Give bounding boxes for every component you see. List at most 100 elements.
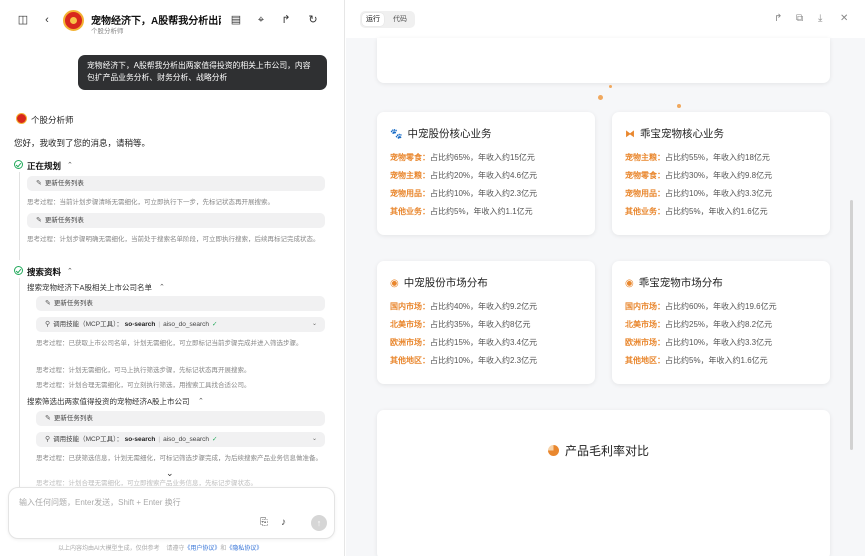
copy-icon[interactable]: ⧉ bbox=[796, 13, 803, 24]
scroll-down-icon[interactable]: ⌄ bbox=[166, 468, 174, 479]
share-icon[interactable]: ↱ bbox=[774, 13, 782, 24]
card-row: 其他业务：占比约5%，年收入约1.6亿元 bbox=[625, 207, 768, 216]
card-row: 宠物用品：占比约10%，年收入约3.3亿元 bbox=[625, 189, 773, 198]
business-card-guaibao: ⧓ 乖宝宠物核心业务 宠物主粮：占比约55%，年收入约18亿元 宠物零食：占比约3… bbox=[612, 112, 830, 235]
gross-margin-title: 产品毛利率对比 bbox=[548, 442, 649, 459]
share-icon[interactable]: ↱ bbox=[279, 13, 293, 27]
chevron-up-icon[interactable]: ⌃ bbox=[198, 397, 204, 405]
market-card-guaibao: ◉ 乖宝宠物市场分布 国内市场：占比约60%，年收入约19.6亿元 北美市场：占比… bbox=[612, 261, 830, 384]
bot-name: 个股分析师 bbox=[31, 115, 74, 125]
planning-section-title[interactable]: 正在规划 bbox=[27, 160, 61, 172]
location-pin-icon[interactable]: ⌖ bbox=[254, 13, 268, 27]
card-title: 🐾 中宠股份核心业务 bbox=[390, 128, 492, 140]
download-icon[interactable]: ⤓ bbox=[818, 13, 822, 24]
card-row: 宠物主粮：占比约20%，年收入约4.6亿元 bbox=[390, 171, 538, 180]
tool-search-icon: ⚲ bbox=[45, 436, 51, 443]
card-row: 宠物用品：占比约10%，年收入约2.3亿元 bbox=[390, 189, 538, 198]
card-row: 国内市场：占比约60%，年收入约19.6亿元 bbox=[625, 302, 777, 311]
thought-text: 思考过程：当前计划步骤清晰无需细化，可立即执行下一步，先标记状态再开展搜索。 bbox=[27, 199, 274, 206]
tab-code[interactable]: 代码 bbox=[389, 13, 411, 26]
task-update-pill[interactable]: ✎ 更新任务列表 bbox=[27, 213, 325, 228]
check-circle-icon bbox=[14, 160, 23, 169]
card-row: 国内市场：占比约40%，年收入约9.2亿元 bbox=[390, 302, 538, 311]
card-row: 其他地区：占比约5%，年收入约1.6亿元 bbox=[625, 356, 768, 365]
edit-icon: ✎ bbox=[45, 300, 51, 307]
chevron-up-icon[interactable]: ⌃ bbox=[67, 161, 73, 169]
card-row: 欧洲市场：占比约15%，年收入约3.4亿元 bbox=[390, 338, 538, 347]
previous-card bbox=[377, 38, 830, 83]
preview-toolbar: 运行 代码 ↱ ⧉ ⤓ ✕ bbox=[346, 0, 865, 38]
preview-scrollbar[interactable] bbox=[850, 200, 853, 450]
decor-dot bbox=[598, 95, 603, 100]
tool-call-pill[interactable]: ⚲ 调用技能（MCP工具）： so-search | aiso_do_search ✓ … bbox=[36, 432, 325, 447]
chevron-down-icon[interactable]: ⌄ bbox=[312, 432, 317, 447]
user-agreement-link[interactable]: 《用户协议》 bbox=[184, 546, 220, 552]
decor-dot bbox=[609, 85, 612, 88]
globe-icon: ◉ bbox=[390, 278, 399, 289]
microphone-icon[interactable]: ♪ bbox=[281, 517, 286, 528]
edit-note-icon[interactable]: ▤ bbox=[229, 13, 243, 27]
tool-call-pill[interactable]: ⚲ 调用技能（MCP工具）： so-search | aiso_do_search ✓ … bbox=[36, 317, 325, 332]
chevron-up-icon[interactable]: ⌃ bbox=[67, 267, 73, 275]
card-row: 宠物主粮：占比约55%，年收入约18亿元 bbox=[625, 153, 770, 162]
bone-icon: ⧓ bbox=[625, 129, 635, 140]
close-icon[interactable]: ✕ bbox=[840, 13, 848, 24]
decor-dot bbox=[677, 104, 681, 108]
checkmark-icon: ✓ bbox=[211, 436, 218, 443]
disclaimer: 以上内容均由AI大模型生成，仅供参考 请遵守《用户协议》和《隐私协议》 bbox=[58, 546, 263, 552]
user-message: 宠物经济下，A股帮我分析出两家值得投资的相关上市公司，内容包扩产品业务分析、财务… bbox=[78, 55, 327, 90]
attach-icon[interactable]: ⎘ bbox=[260, 517, 268, 528]
thought-text: 思考过程：计划合理无需细化，可立刻执行筛选，用搜索工具找合适公司。 bbox=[36, 382, 251, 389]
chat-panel: ◫ ‹ 宠物经济下，A股帮我分析出两... 个股分析师 ▤ ⌖ ↱ ↻ 宠物经济… bbox=[0, 0, 345, 556]
edit-icon: ✎ bbox=[36, 217, 42, 224]
pie-chart-icon bbox=[548, 445, 559, 456]
card-title: ◉ 中宠股份市场分布 bbox=[390, 277, 488, 289]
thought-text: 思考过程：计划无需细化，可马上执行筛选步骤，先标记状态再开展搜索。 bbox=[36, 367, 251, 374]
message-composer[interactable]: 输入任何问题，Enter发送，Shift + Enter 换行 ⎘ ♪ ↑ bbox=[8, 487, 335, 539]
task-update-pill[interactable]: ✎ 更新任务列表 bbox=[36, 296, 325, 311]
task-update-pill[interactable]: ✎ 更新任务列表 bbox=[27, 176, 325, 191]
tab-run[interactable]: 运行 bbox=[362, 13, 384, 26]
chat-header: ◫ ‹ 宠物经济下，A股帮我分析出两... 个股分析师 ▤ ⌖ ↱ ↻ bbox=[0, 0, 344, 40]
new-chat-icon[interactable]: ↻ bbox=[306, 13, 320, 27]
check-circle-icon bbox=[14, 266, 23, 275]
preview-panel: 运行 代码 ↱ ⧉ ⤓ ✕ 🐾 中宠股份核心业务 宠物零食：占比约65%，年收入约… bbox=[346, 0, 865, 556]
thought-text: 思考过程：已获取上市公司名单，计划无需细化，可立即标记当前步骤完成并进入筛选步骤… bbox=[36, 340, 303, 347]
card-row: 北美市场：占比约25%，年收入约8.2亿元 bbox=[625, 320, 773, 329]
card-row: 北美市场：占比约35%，年收入约8亿元 bbox=[390, 320, 531, 329]
view-toggle: 运行 代码 bbox=[360, 11, 415, 28]
send-button[interactable]: ↑ bbox=[311, 515, 327, 531]
checkmark-icon: ✓ bbox=[211, 321, 218, 328]
tool-search-icon: ⚲ bbox=[45, 321, 51, 328]
message-input[interactable]: 输入任何问题，Enter发送，Shift + Enter 换行 bbox=[19, 497, 181, 508]
card-title: ◉ 乖宝宠物市场分布 bbox=[625, 277, 723, 289]
business-card-zhongchong: 🐾 中宠股份核心业务 宠物零食：占比约65%，年收入约15亿元 宠物主粮：占比约2… bbox=[377, 112, 595, 235]
sidebar-toggle-icon[interactable]: ◫ bbox=[16, 13, 30, 27]
chevron-up-icon[interactable]: ⌃ bbox=[159, 283, 165, 291]
edit-icon: ✎ bbox=[45, 415, 51, 422]
market-card-zhongchong: ◉ 中宠股份市场分布 国内市场：占比约40%，年收入约9.2亿元 北美市场：占比约… bbox=[377, 261, 595, 384]
card-row: 宠物零食：占比约30%，年收入约9.8亿元 bbox=[625, 171, 773, 180]
task-update-pill[interactable]: ✎ 更新任务列表 bbox=[36, 411, 325, 426]
timeline-line bbox=[19, 278, 20, 488]
bot-avatar bbox=[16, 113, 27, 124]
search-group-title[interactable]: 搜索宠物经济下A股相关上市公司名单 bbox=[27, 282, 152, 293]
thought-text: 思考过程：已获筛选信息，计划无需细化，可标记筛选步骤完成，为后续搜索产品业务信息… bbox=[36, 455, 322, 462]
bot-greeting: 您好，我收到了您的消息，请稍等。 bbox=[14, 138, 151, 148]
search-section-title[interactable]: 搜索资料 bbox=[27, 266, 61, 278]
globe-icon: ◉ bbox=[625, 278, 634, 289]
agent-avatar bbox=[63, 10, 84, 31]
timeline-line bbox=[19, 172, 20, 260]
chevron-down-icon[interactable]: ⌄ bbox=[312, 317, 317, 332]
thought-text: 思考过程：计划步骤明确无需细化，当前处于搜索名单阶段，可立即执行搜索，后续再标记… bbox=[27, 236, 320, 243]
privacy-policy-link[interactable]: 《隐私协议》 bbox=[226, 546, 262, 552]
card-row: 欧洲市场：占比约10%，年收入约3.3亿元 bbox=[625, 338, 773, 347]
card-row: 其他地区：占比约10%，年收入约2.3亿元 bbox=[390, 356, 538, 365]
paw-icon: 🐾 bbox=[390, 129, 403, 140]
back-icon[interactable]: ‹ bbox=[40, 13, 54, 27]
edit-icon: ✎ bbox=[36, 180, 42, 187]
card-title: ⧓ 乖宝宠物核心业务 bbox=[625, 128, 724, 140]
search-group-title[interactable]: 搜索筛选出两家值得投资的宠物经济A股上市公司 bbox=[27, 396, 190, 407]
card-row: 其他业务：占比约5%，年收入约1.1亿元 bbox=[390, 207, 533, 216]
gross-margin-card: 产品毛利率对比 bbox=[377, 410, 830, 556]
